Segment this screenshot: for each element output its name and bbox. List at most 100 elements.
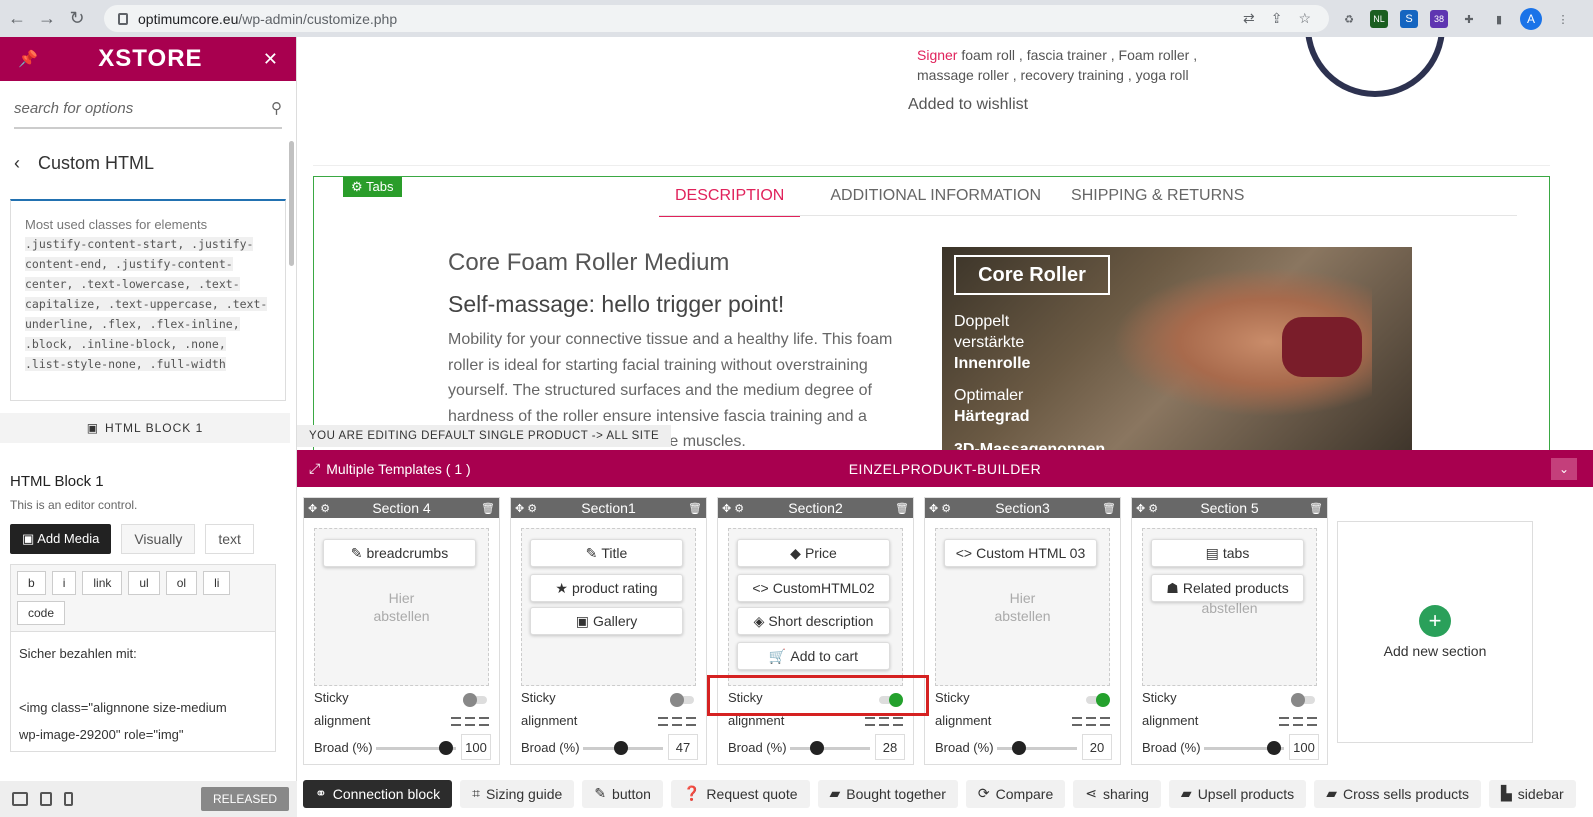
chevron-left-icon[interactable]: ‹	[14, 153, 20, 174]
add-media-button[interactable]: ▣ Add Media	[10, 524, 112, 554]
format-bold-button[interactable]: b	[17, 571, 46, 595]
slider-knob[interactable]	[810, 741, 824, 755]
upsell-products-button[interactable]: ▰ Upsell products	[1168, 779, 1307, 808]
builder-section[interactable]: ✥ ⚙ Section1 🗑 ✎ Title ★ product rating ▣ Galler…	[510, 497, 707, 765]
broad-value-input[interactable]: 47	[668, 734, 698, 760]
element-chip[interactable]: ★ product rating	[530, 574, 683, 602]
back-icon[interactable]: ←	[4, 6, 30, 32]
html-editor[interactable]: Sicher bezahlen mit: <img class="alignno…	[10, 632, 276, 752]
section-header[interactable]: ✥ ⚙ Section 5 🗑	[1132, 498, 1327, 518]
format-link-button[interactable]: link	[82, 571, 123, 595]
tabs-element[interactable]: ⚙ Tabs DESCRIPTION ADDITIONAL INFORMATIO…	[313, 176, 1550, 450]
broad-value-input[interactable]: 20	[1082, 734, 1112, 760]
broad-slider[interactable]	[997, 741, 1077, 755]
compare-button[interactable]: ⟳ Compare	[965, 779, 1066, 808]
sticky-toggle[interactable]	[1086, 693, 1110, 707]
profile-avatar[interactable]: A	[1520, 8, 1542, 30]
trash-icon[interactable]: 🗑	[481, 502, 495, 515]
button-element-button[interactable]: ✎ button	[582, 779, 663, 808]
cap-extension-icon[interactable]: 38	[1430, 10, 1448, 28]
mobile-preview-icon[interactable]	[64, 792, 73, 806]
forward-icon[interactable]: →	[34, 6, 60, 32]
slider-knob[interactable]	[614, 741, 628, 755]
sidepanel-icon[interactable]: ▮	[1490, 10, 1508, 28]
tag-link[interactable]: foam roll ,	[961, 47, 1022, 63]
multiple-templates-button[interactable]: ⤢ Multiple Templates ( 1 )	[309, 460, 471, 477]
format-code-button[interactable]: code	[17, 601, 66, 625]
broad-slider[interactable]	[1204, 741, 1284, 755]
tag-links[interactable]: massage roller , recovery training , yog…	[917, 65, 1197, 85]
tab-text[interactable]: text	[205, 524, 254, 554]
section-dropzone[interactable]: ◆ Price <> CustomHTML02 ◈ Short description 🛒 A…	[728, 528, 903, 686]
broad-value-input[interactable]: 100	[461, 734, 491, 760]
element-chip[interactable]: ◆ Price	[737, 539, 890, 567]
align-center-icon[interactable]	[1293, 717, 1303, 726]
trash-icon[interactable]: 🗑	[1102, 502, 1116, 515]
align-left-icon[interactable]	[865, 717, 875, 726]
cross-sells-button[interactable]: ▰ Cross sells products	[1314, 779, 1482, 808]
format-li-button[interactable]: li	[203, 571, 231, 595]
slider-knob[interactable]	[439, 741, 453, 755]
tab-additional-information[interactable]: ADDITIONAL INFORMATION	[830, 187, 1041, 217]
align-left-icon[interactable]	[1072, 717, 1082, 726]
sidebar-scrollbar[interactable]	[289, 141, 294, 266]
builder-section[interactable]: ✥ ⚙ Section 4 🗑 Hier abstellen ✎ breadcrumbs S…	[303, 497, 500, 765]
globe-extension-icon[interactable]: NL	[1370, 10, 1388, 28]
broad-slider[interactable]	[583, 741, 663, 755]
broad-slider[interactable]	[790, 741, 870, 755]
search-options-input[interactable]: search for options ⚲	[14, 89, 282, 129]
trash-icon[interactable]: 🗑	[688, 502, 702, 515]
sticky-toggle[interactable]	[670, 693, 694, 707]
section-header[interactable]: ✥ ⚙ Section2 🗑	[718, 498, 913, 518]
section-dropzone[interactable]: Hier abstellen <> Custom HTML 03	[935, 528, 1110, 686]
tablet-preview-icon[interactable]	[40, 792, 52, 806]
section-header[interactable]: ✥ ⚙ Section1 🗑	[511, 498, 706, 518]
puzzle-extensions-icon[interactable]: ✚	[1460, 10, 1478, 28]
trash-icon[interactable]: 🗑	[1309, 502, 1323, 515]
builder-section[interactable]: ✥ ⚙ Section3 🗑 Hier abstellen <> Custom HTML …	[924, 497, 1121, 765]
sizing-guide-button[interactable]: ⌗ Sizing guide	[460, 779, 575, 808]
tab-shipping-returns[interactable]: SHIPPING & RETURNS	[1071, 187, 1244, 217]
builder-section[interactable]: ✥ ⚙ Section2 🗑 ◆ Price <> CustomHTML02 ◈ Short d…	[717, 497, 914, 765]
desktop-preview-icon[interactable]	[12, 792, 28, 806]
back-to-parent[interactable]: ‹ Custom HTML	[0, 133, 296, 193]
section-header[interactable]: ✥ ⚙ Section 4 🗑	[304, 498, 499, 518]
broad-slider[interactable]	[376, 741, 456, 755]
section-dropzone[interactable]: Hier abstellen ✎ breadcrumbs	[314, 528, 489, 686]
element-chip[interactable]: <> Custom HTML 03	[944, 539, 1097, 567]
align-right-icon[interactable]	[893, 717, 903, 726]
tab-description[interactable]: DESCRIPTION	[659, 187, 801, 217]
format-ul-button[interactable]: ul	[128, 571, 160, 595]
pin-icon[interactable]: 📌	[18, 49, 38, 69]
tag-link[interactable]: Foam roller ,	[1119, 47, 1198, 63]
element-chip[interactable]: ▤ tabs	[1151, 539, 1304, 567]
address-bar[interactable]: optimumcore.eu/wp-admin/customize.php ⇄ …	[104, 5, 1329, 32]
align-right-icon[interactable]	[686, 717, 696, 726]
element-chip[interactable]: ◈ Short description	[737, 607, 890, 635]
tag-link[interactable]: Signer	[917, 47, 957, 63]
broad-value-input[interactable]: 100	[1289, 734, 1319, 760]
classes-help-textarea[interactable]: Most used classes for elements .justify-…	[10, 199, 286, 401]
move-settings-icons[interactable]: ✥ ⚙	[308, 502, 330, 515]
element-chip[interactable]: 🛒 Add to cart	[737, 642, 890, 670]
trash-icon[interactable]: 🗑	[895, 502, 909, 515]
element-chip[interactable]: <> CustomHTML02	[737, 574, 890, 602]
bookmark-star-icon[interactable]: ☆	[1298, 10, 1311, 27]
builder-section[interactable]: ✥ ⚙ Section 5 🗑 abstellen ▤ tabs ☗ Related prod…	[1131, 497, 1328, 765]
s-extension-icon[interactable]: S	[1400, 10, 1418, 28]
align-left-icon[interactable]	[1279, 717, 1289, 726]
request-quote-button[interactable]: ❓ Request quote	[670, 779, 810, 808]
align-center-icon[interactable]	[1086, 717, 1096, 726]
sticky-toggle[interactable]	[463, 693, 487, 707]
move-settings-icons[interactable]: ✥ ⚙	[722, 502, 744, 515]
element-chip[interactable]: ▣ Gallery	[530, 607, 683, 635]
share-icon[interactable]: ⇪	[1271, 10, 1283, 27]
translate-icon[interactable]: ⇄	[1243, 10, 1255, 27]
align-center-icon[interactable]	[672, 717, 682, 726]
section-dropzone[interactable]: ✎ Title ★ product rating ▣ Gallery	[521, 528, 696, 686]
reload-icon[interactable]: ↻	[64, 6, 90, 32]
tag-link[interactable]: fascia trainer ,	[1027, 47, 1115, 63]
format-ol-button[interactable]: ol	[165, 571, 198, 595]
collapse-chevron-icon[interactable]: ⌄	[1551, 458, 1577, 480]
slider-knob[interactable]	[1012, 741, 1026, 755]
